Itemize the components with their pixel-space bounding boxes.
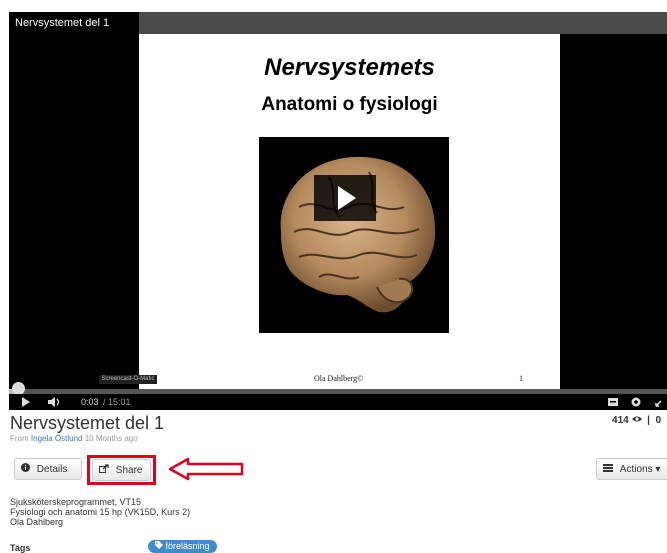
actions-label: Actions xyxy=(619,464,653,475)
fullscreen-icon[interactable] xyxy=(654,394,666,410)
player-top-bar xyxy=(139,12,667,34)
actions-button[interactable]: Actions ▾ xyxy=(596,458,667,480)
current-time: 0:03 xyxy=(81,397,99,407)
video-player[interactable]: Nervsystemet del 1 Nervsystemets Anatomi… xyxy=(9,12,667,410)
description-line: Fysiologi och anatomi 15 hp (VK15D, Kurs… xyxy=(10,507,191,517)
play-button[interactable] xyxy=(314,175,376,221)
upload-age: 10 Months ago xyxy=(84,434,138,443)
slide-author: Ola Dahlberg© xyxy=(314,374,364,383)
watermark: Screencast-O-Matic xyxy=(99,375,157,384)
slide-title: Nervsystemets xyxy=(264,54,435,81)
gear-icon[interactable] xyxy=(629,394,643,410)
info-icon xyxy=(21,463,33,475)
duration: / 15:01 xyxy=(103,397,131,407)
volume-icon[interactable] xyxy=(47,394,61,410)
captions-icon[interactable] xyxy=(607,394,619,410)
from-label: From xyxy=(10,434,29,443)
video-stats: 414 | 0 xyxy=(612,415,661,426)
view-count: 414 xyxy=(612,415,629,426)
slide-subtitle: Anatomi o fysiologi xyxy=(261,94,438,115)
tag-pill[interactable]: föreläsning xyxy=(148,540,217,553)
tag-label: föreläsning xyxy=(165,541,210,551)
list-icon xyxy=(603,464,616,475)
player-controls: 0:03 / 15:01 xyxy=(9,394,667,410)
author-link[interactable]: Ingela Östlund xyxy=(31,434,83,443)
stats-divider: | xyxy=(644,415,653,426)
eye-icon xyxy=(631,415,645,426)
play-icon xyxy=(338,186,356,210)
slide-page-number: 1 xyxy=(519,374,523,383)
video-title: Nervsystemet del 1 xyxy=(10,413,165,433)
annotation-arrow xyxy=(168,457,244,481)
like-count: 0 xyxy=(655,415,661,426)
share-highlight-box xyxy=(87,455,156,485)
description-line: Sjuksköterskeprogrammet, VT15 xyxy=(10,497,142,507)
video-description: Sjuksköterskeprogrammet, VT15 Fysiologi … xyxy=(10,497,190,527)
player-title: Nervsystemet del 1 xyxy=(15,17,110,29)
byline: From Ingela Östlund 10 Months ago xyxy=(10,434,138,443)
caret-down-icon: ▾ xyxy=(655,464,661,475)
brain-image xyxy=(259,137,449,333)
play-control-icon[interactable] xyxy=(21,394,31,410)
tag-icon xyxy=(155,541,166,551)
description-line: Ola Dahlberg xyxy=(10,517,64,527)
details-label: Details xyxy=(36,464,68,475)
details-button[interactable]: Details xyxy=(14,458,82,480)
